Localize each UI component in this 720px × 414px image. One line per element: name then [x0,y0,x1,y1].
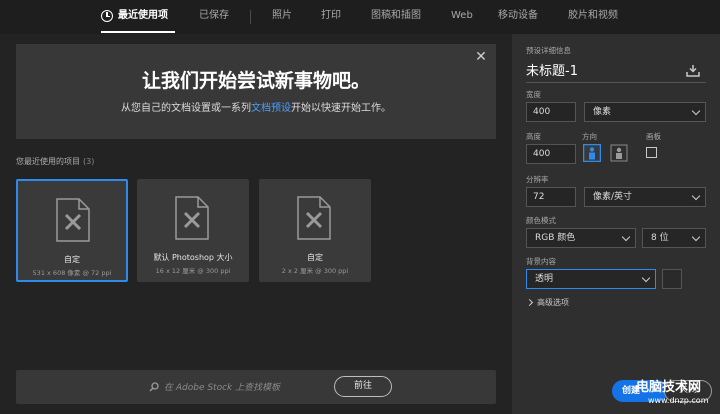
recent-item-title: 自定 [64,255,80,264]
recent-item-card[interactable]: 自定 531 x 608 像素 @ 72 ppi [16,179,128,282]
tab-film-video[interactable]: 胶片和视频 [568,0,618,34]
tab-web[interactable]: Web [451,0,473,34]
document-icon [56,198,90,242]
banner-subtitle-text-end: 开始以快速开始工作。 [291,103,391,114]
document-title-field[interactable]: 未标题-1 [526,61,706,83]
resolution-field[interactable]: 72 [526,187,576,207]
preset-details-header: 预设详细信息 [526,46,571,55]
recent-item-card[interactable]: 默认 Photoshop 大小 16 x 12 厘米 @ 300 ppi [137,179,249,282]
background-label: 背景内容 [526,257,556,266]
recent-item-title: 默认 Photoshop 大小 [153,253,233,262]
watermark: 电脑技术网 www.dnzp.com [636,376,720,414]
tab-recent[interactable]: 最近使用项 [118,0,168,34]
orientation-label: 方向 [582,132,597,141]
document-presets-link[interactable]: 文档预设 [251,103,291,114]
document-icon [297,196,331,240]
artboard-checkbox[interactable] [646,147,657,158]
chevron-down-icon [691,191,701,201]
bit-depth-value: 8 位 [651,233,669,243]
banner-subtitle: 从您自己的文档设置或一系列文档预设开始以快速开始工作。 [16,99,496,114]
tab-mobile[interactable]: 移动设备 [498,0,538,34]
recent-item-details: 531 x 608 像素 @ 72 ppi [32,269,112,277]
welcome-banner: 让我们开始尝试新事物吧。 从您自己的文档设置或一系列文档预设开始以快速开始工作。 [16,44,496,139]
height-field[interactable]: 400 [526,144,576,164]
tab-print[interactable]: 打印 [321,0,341,34]
background-select[interactable]: 透明 [526,269,656,289]
resolution-label: 分辨率 [526,175,549,184]
close-banner-icon[interactable]: ✕ [473,50,489,66]
color-mode-select[interactable]: RGB 颜色 [526,228,636,248]
stock-search-input[interactable]: 在 Adobe Stock 上查找模板 [164,380,280,393]
color-mode-value: RGB 颜色 [535,233,576,243]
watermark-url: www.dnzp.com [648,396,709,405]
color-mode-label: 颜色模式 [526,216,556,225]
advanced-options-label: 高级选项 [537,298,569,307]
width-label: 宽度 [526,90,541,99]
recent-items-count: (3) [83,157,95,166]
chevron-down-icon [691,232,701,242]
width-unit-value: 像素 [593,107,612,117]
recent-item-card[interactable]: 自定 2 x 2 厘米 @ 300 ppi [259,179,371,282]
watermark-title: 电脑技术网 [636,380,702,395]
background-color-swatch[interactable] [662,269,682,289]
adobe-stock-search-bar: 在 Adobe Stock 上查找模板 前往 [16,370,496,404]
recent-items-title: 您最近使用的项目 [16,157,80,166]
portrait-orientation-icon[interactable] [583,144,601,162]
tab-saved[interactable]: 已保存 [199,0,229,34]
chevron-down-icon [621,232,631,242]
chevron-right-icon [525,298,534,307]
document-icon [175,196,209,240]
resolution-unit-value: 像素/英寸 [593,192,633,202]
resolution-unit-select[interactable]: 像素/英寸 [584,187,706,207]
clock-icon [101,10,113,22]
recent-item-title: 自定 [307,253,323,262]
save-preset-icon[interactable] [686,65,700,77]
height-label: 高度 [526,132,541,141]
go-button[interactable]: 前往 [334,376,392,397]
banner-title: 让我们开始尝试新事物吧。 [141,70,370,92]
tab-art-illustration[interactable]: 图稿和插图 [371,0,421,34]
chevron-down-icon [641,273,651,283]
nav-divider [250,10,251,24]
advanced-options-toggle[interactable]: 高级选项 [525,297,569,308]
landscape-orientation-icon[interactable] [610,144,628,162]
tab-photo[interactable]: 照片 [272,0,292,34]
bit-depth-select[interactable]: 8 位 [642,228,706,248]
recent-item-details: 2 x 2 厘米 @ 300 ppi [281,267,349,275]
top-navigation: 最近使用项 已保存 照片 打印 图稿和插图 Web 移动设备 胶片和视频 [0,0,720,34]
recent-items-label: 您最近使用的项目 (3) [16,156,94,167]
width-unit-select[interactable]: 像素 [584,102,706,122]
recent-item-details: 16 x 12 厘米 @ 300 ppi [155,267,231,275]
artboard-label: 画板 [646,132,661,141]
background-value: 透明 [535,274,554,284]
active-tab-underline [101,31,175,33]
chevron-down-icon [691,106,701,116]
width-field[interactable]: 400 [526,102,576,122]
banner-subtitle-text: 从您自己的文档设置或一系列 [121,103,251,114]
search-icon [149,382,159,392]
